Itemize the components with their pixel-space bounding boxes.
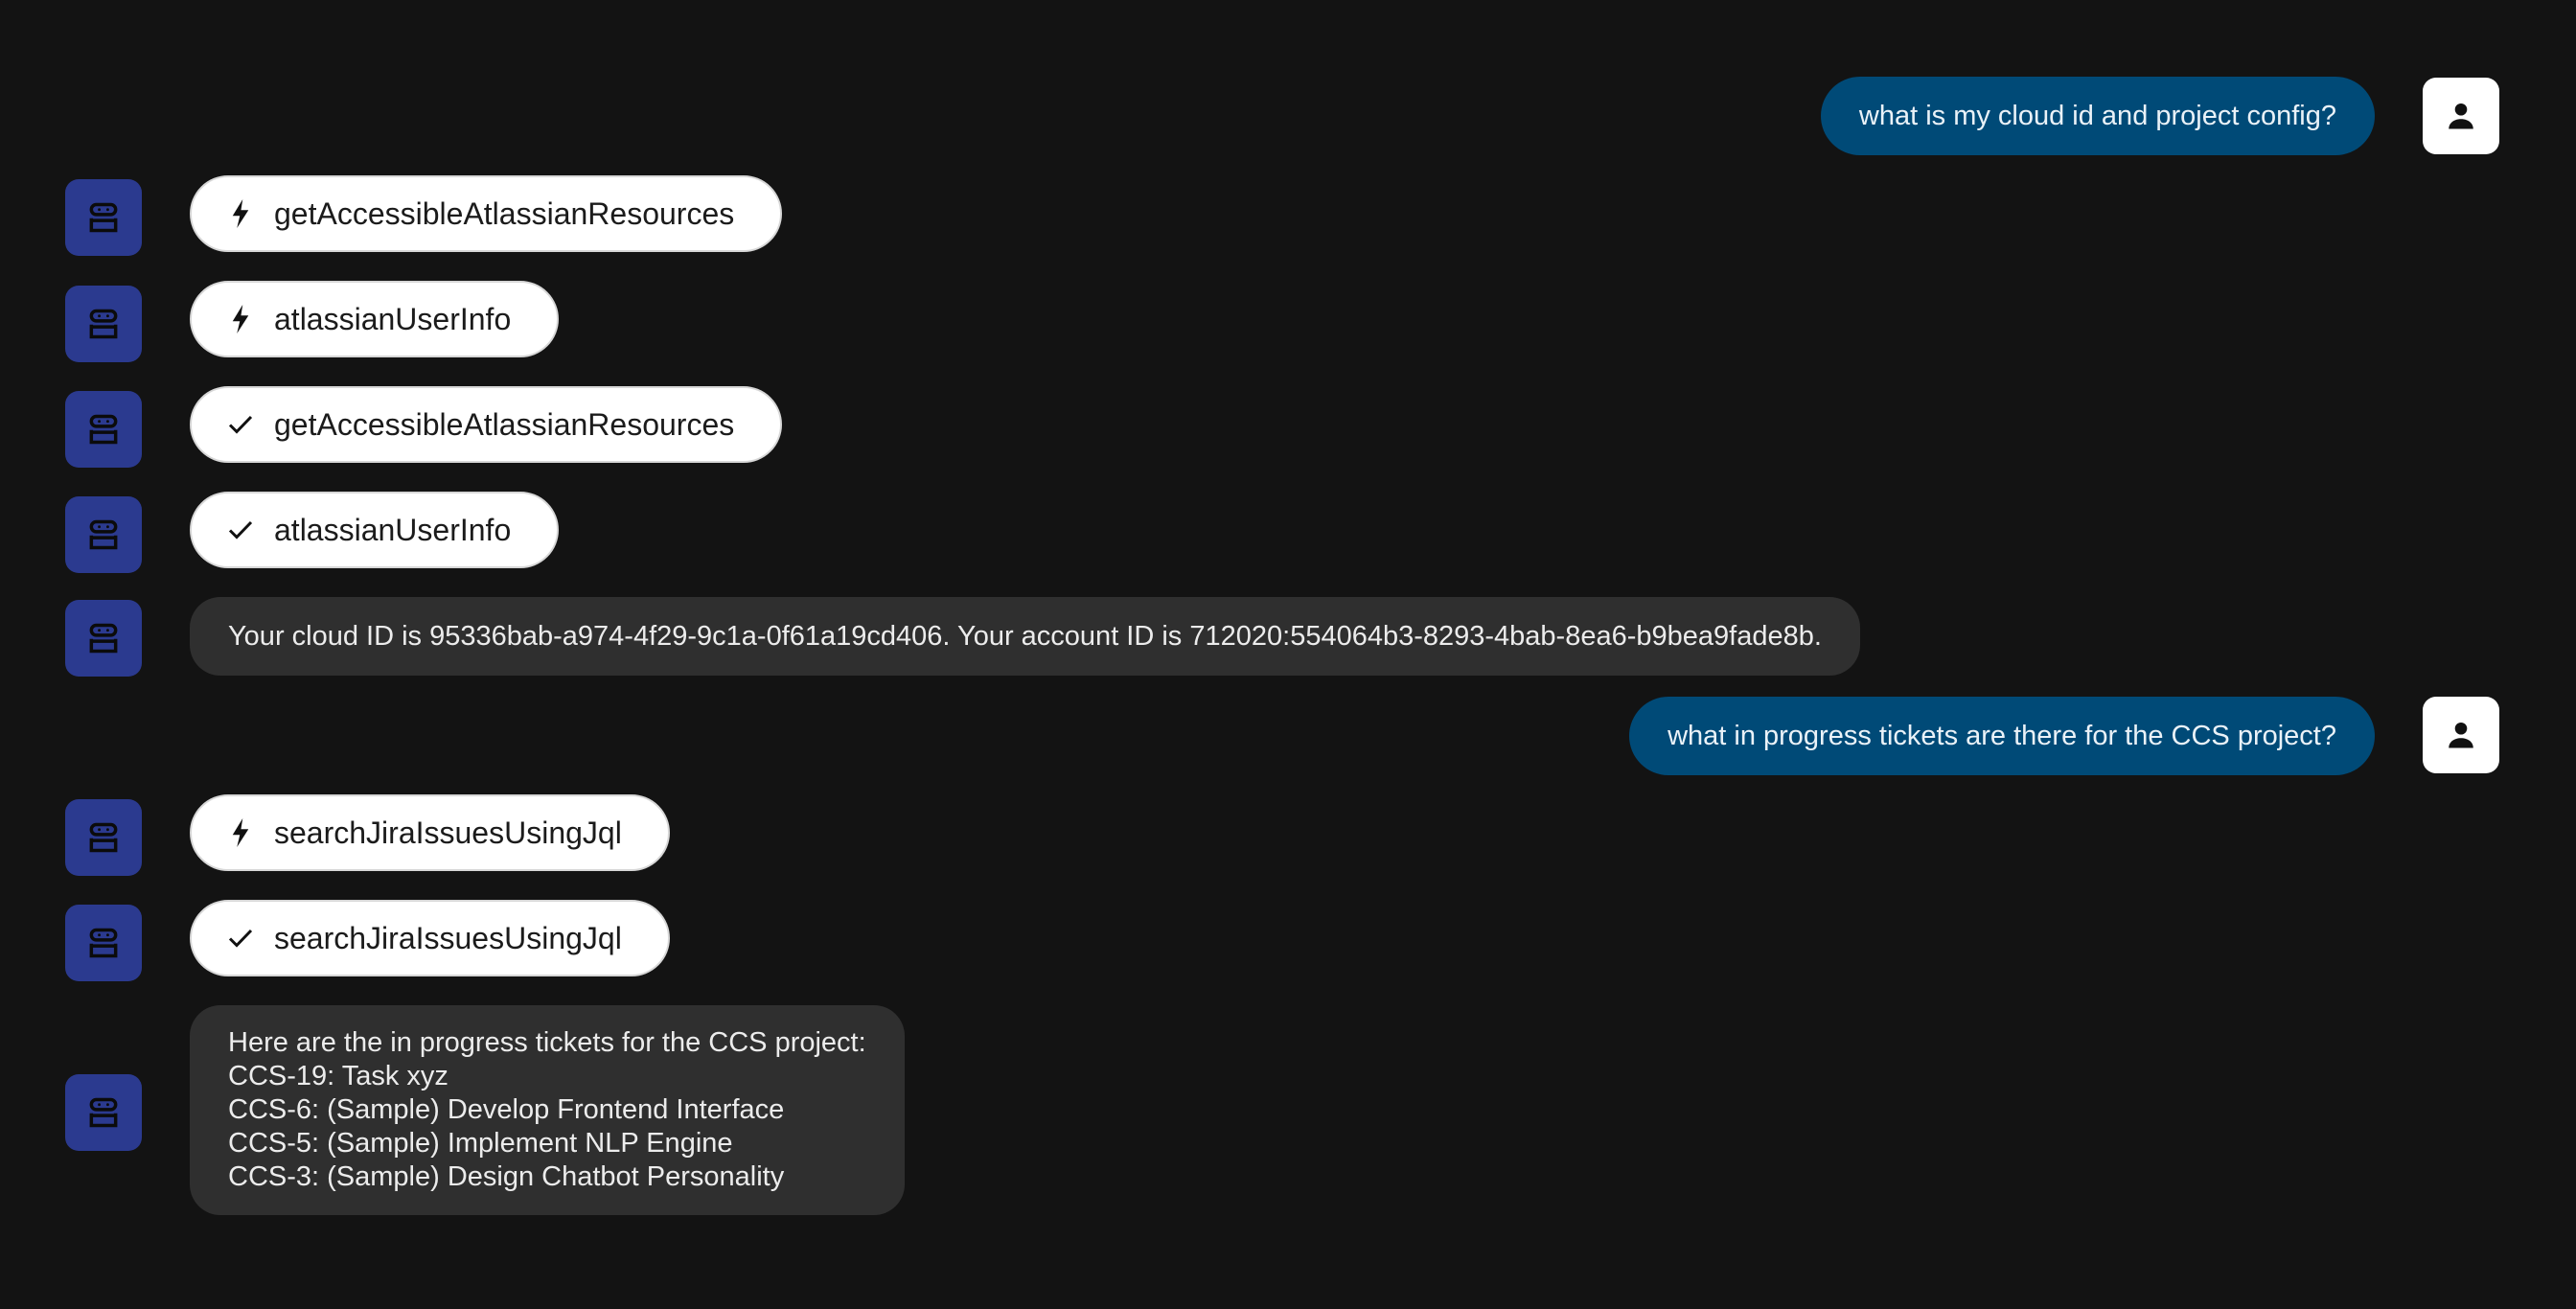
bot-avatar bbox=[65, 179, 142, 256]
bot-message: Your cloud ID is 95336bab-a974-4f29-9c1a… bbox=[190, 597, 1860, 676]
robot-icon bbox=[89, 202, 118, 233]
user-avatar bbox=[2423, 697, 2499, 773]
tool-call-chip[interactable]: getAccessibleAtlassianResources bbox=[190, 175, 783, 252]
chat-transcript: what is my cloud id and project config? … bbox=[0, 0, 2576, 1309]
bolt-icon bbox=[228, 818, 253, 847]
ticket-line: CCS-3: (Sample) Design Chatbot Personali… bbox=[228, 1161, 785, 1192]
tool-call-chip[interactable]: atlassianUserInfo bbox=[190, 281, 560, 357]
bot-avatar bbox=[65, 905, 142, 981]
bot-avatar bbox=[65, 496, 142, 573]
bot-avatar bbox=[65, 286, 142, 362]
tool-call-label: atlassianUserInfo bbox=[274, 301, 512, 336]
check-icon bbox=[228, 410, 253, 439]
user-avatar bbox=[2423, 78, 2499, 154]
user-message-text: what in progress tickets are there for t… bbox=[1668, 720, 2336, 751]
tool-call-chip[interactable]: searchJiraIssuesUsingJql bbox=[190, 794, 670, 871]
bot-avatar bbox=[65, 1074, 142, 1151]
bot-avatar bbox=[65, 799, 142, 876]
bot-message-line: Here are the in progress tickets for the… bbox=[228, 1027, 866, 1058]
tool-call-label: getAccessibleAtlassianResources bbox=[274, 406, 735, 442]
bolt-icon bbox=[228, 199, 253, 228]
check-icon bbox=[228, 924, 253, 953]
ticket-line: CCS-6: (Sample) Develop Frontend Interfa… bbox=[228, 1094, 785, 1125]
robot-icon bbox=[89, 519, 118, 550]
robot-icon bbox=[89, 623, 118, 654]
person-icon bbox=[2449, 103, 2473, 129]
user-message: what in progress tickets are there for t… bbox=[1629, 697, 2375, 775]
robot-icon bbox=[89, 1097, 118, 1128]
tool-call-label: searchJiraIssuesUsingJql bbox=[274, 815, 622, 850]
tool-call-chip[interactable]: searchJiraIssuesUsingJql bbox=[190, 900, 670, 976]
tool-call-label: getAccessibleAtlassianResources bbox=[274, 195, 735, 231]
bot-avatar bbox=[65, 600, 142, 677]
bolt-icon bbox=[228, 305, 253, 333]
robot-icon bbox=[89, 822, 118, 853]
tool-call-label: searchJiraIssuesUsingJql bbox=[274, 920, 622, 955]
robot-icon bbox=[89, 414, 118, 445]
user-message: what is my cloud id and project config? bbox=[1820, 77, 2375, 155]
tool-call-label: atlassianUserInfo bbox=[274, 512, 512, 547]
check-icon bbox=[228, 516, 253, 544]
bot-avatar bbox=[65, 391, 142, 468]
tool-call-chip[interactable]: atlassianUserInfo bbox=[190, 492, 560, 568]
user-message-text: what is my cloud id and project config? bbox=[1858, 100, 2336, 131]
robot-icon bbox=[89, 928, 118, 958]
bot-message-text: Your cloud ID is 95336bab-a974-4f29-9c1a… bbox=[228, 620, 1822, 652]
ticket-line: CCS-19: Task xyz bbox=[228, 1061, 448, 1091]
person-icon bbox=[2449, 722, 2473, 748]
robot-icon bbox=[89, 309, 118, 339]
bot-message: Here are the in progress tickets for the… bbox=[190, 1005, 905, 1215]
tool-call-chip[interactable]: getAccessibleAtlassianResources bbox=[190, 386, 783, 463]
ticket-line: CCS-5: (Sample) Implement NLP Engine bbox=[228, 1128, 733, 1159]
